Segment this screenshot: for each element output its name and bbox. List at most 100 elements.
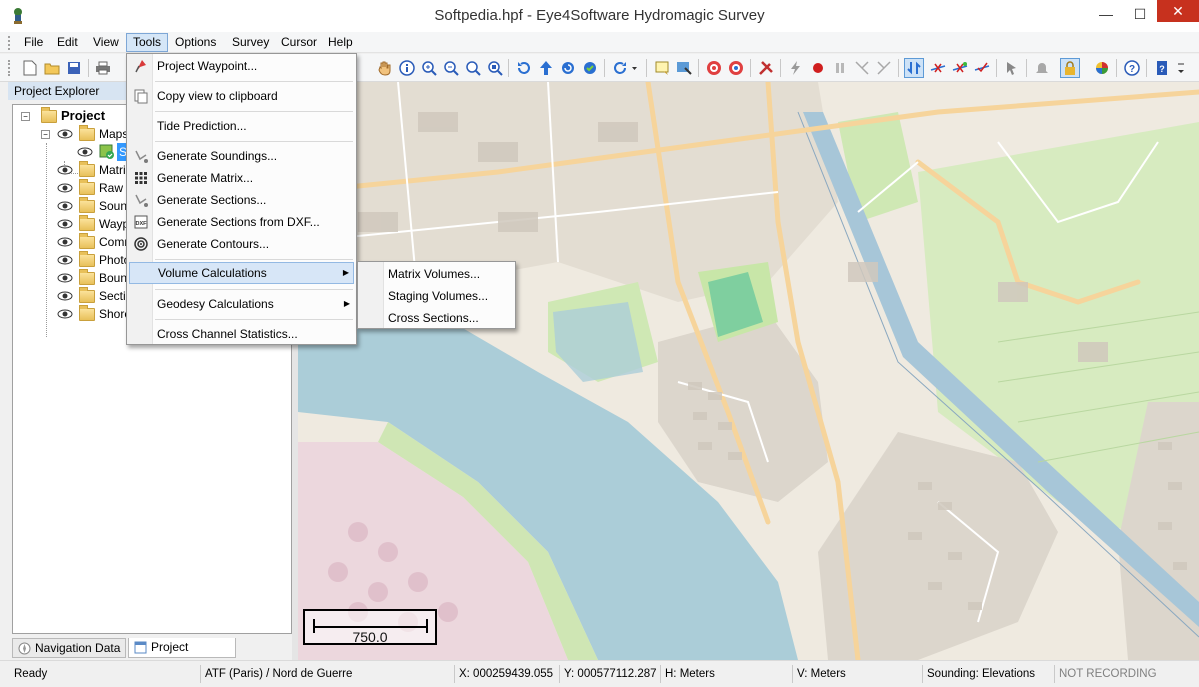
menu-edit[interactable]: Edit: [51, 33, 84, 52]
cursor-icon[interactable]: [1002, 58, 1022, 78]
menu-item-generate-sections[interactable]: Generate Sections...: [129, 189, 354, 211]
menu-file[interactable]: File: [18, 33, 49, 52]
clipboard-icon: [133, 88, 149, 104]
eye-icon[interactable]: [57, 237, 73, 247]
menu-item-project-waypoint[interactable]: Project Waypoint...: [129, 55, 354, 77]
help-icon[interactable]: ?: [1122, 58, 1142, 78]
manual-icon[interactable]: ?: [1152, 58, 1172, 78]
menu-item-staging-volumes[interactable]: Staging Volumes...: [360, 285, 513, 307]
menu-item-generate-sections-dxf[interactable]: DXF Generate Sections from DXF...: [129, 211, 354, 233]
menu-options[interactable]: Options: [169, 33, 222, 52]
menu-item-cross-channel-statistics[interactable]: Cross Channel Statistics...: [129, 323, 354, 345]
menu-help[interactable]: Help: [322, 33, 359, 52]
folder-icon: [79, 215, 95, 231]
menu-grip[interactable]: [8, 36, 11, 50]
eye-icon[interactable]: [57, 129, 73, 139]
tree-root-label: Project: [61, 108, 106, 123]
eye-icon[interactable]: [57, 219, 73, 229]
sync-icon[interactable]: [904, 58, 924, 78]
menu-item-matrix-volumes[interactable]: Matrix Volumes...: [360, 263, 513, 285]
explorer-tabs: Navigation Data Project Explorer: [12, 636, 294, 672]
hand-pan-icon[interactable]: [375, 58, 395, 78]
eye-icon[interactable]: [57, 183, 73, 193]
record-icon[interactable]: [808, 58, 828, 78]
target-alt-icon[interactable]: [726, 58, 746, 78]
open-folder-icon[interactable]: [42, 58, 62, 78]
save-icon[interactable]: [64, 58, 84, 78]
cross-line-alt-icon[interactable]: [950, 58, 970, 78]
folder-icon: [79, 233, 95, 249]
maximize-button[interactable]: ☐: [1123, 0, 1157, 30]
dxf-icon: DXF: [133, 214, 149, 230]
check-line-icon[interactable]: [972, 58, 992, 78]
refresh-icon[interactable]: [558, 58, 578, 78]
map-layer-icon: [99, 144, 114, 159]
title-bar: Softpedia.hpf - Eye4Software Hydromagic …: [0, 0, 1199, 32]
svg-text:DXF: DXF: [136, 221, 148, 227]
info-icon[interactable]: [397, 58, 417, 78]
minimize-button[interactable]: —: [1089, 0, 1123, 30]
arrow-up-icon[interactable]: [536, 58, 556, 78]
collapse-icon[interactable]: −: [21, 112, 30, 121]
folder-icon: [79, 197, 95, 213]
menu-item-label: Generate Contours...: [157, 237, 270, 251]
collapse-icon[interactable]: −: [41, 130, 50, 139]
new-file-icon[interactable]: [20, 58, 40, 78]
menu-survey[interactable]: Survey: [226, 33, 275, 52]
sections-icon: [133, 192, 149, 208]
map-canvas[interactable]: [298, 82, 1199, 660]
menu-item-generate-soundings[interactable]: Generate Soundings...: [129, 145, 354, 167]
toolbar-grip[interactable]: [8, 60, 11, 76]
color-wheel-icon[interactable]: [1092, 58, 1112, 78]
map-import-icon[interactable]: [674, 58, 694, 78]
tools-icon[interactable]: [756, 58, 776, 78]
eye-icon[interactable]: [57, 255, 73, 265]
tab-label: Navigation Data: [35, 641, 121, 655]
menu-item-generate-contours[interactable]: Generate Contours...: [129, 233, 354, 255]
map-view[interactable]: 750.0: [298, 82, 1199, 660]
toolbar-overflow-icon[interactable]: [1175, 58, 1187, 78]
eye-icon[interactable]: [77, 147, 93, 157]
folder-icon: [79, 125, 95, 141]
close-button[interactable]: ✕: [1157, 0, 1199, 22]
cross-line-icon[interactable]: [928, 58, 948, 78]
menu-item-label: Project Waypoint...: [157, 59, 258, 73]
menu-view[interactable]: View: [87, 33, 125, 52]
zoom-out-icon[interactable]: [441, 58, 461, 78]
menu-item-geodesy-calculations[interactable]: Geodesy Calculations ▶: [129, 293, 354, 315]
menu-item-volume-calculations[interactable]: Volume Calculations ▶: [129, 262, 354, 284]
menu-item-label: Copy view to clipboard: [157, 89, 278, 103]
menu-tools[interactable]: Tools: [126, 33, 169, 52]
tools-menu: Project Waypoint... Copy view to clipboa…: [126, 53, 357, 345]
eye-icon[interactable]: [57, 201, 73, 211]
print-icon[interactable]: [93, 58, 113, 78]
zoom-in-icon[interactable]: [419, 58, 439, 78]
eye-icon[interactable]: [57, 165, 73, 175]
target-icon[interactable]: [704, 58, 724, 78]
rotate-left-icon[interactable]: [514, 58, 534, 78]
menu-item-cross-sections[interactable]: Cross Sections...: [360, 307, 513, 329]
redo-dropdown-icon[interactable]: [610, 58, 640, 78]
menu-item-label: Tide Prediction...: [157, 119, 247, 133]
eye-icon[interactable]: [57, 309, 73, 319]
status-recording: NOT RECORDING: [1054, 665, 1194, 683]
menu-item-tide-prediction[interactable]: Tide Prediction...: [129, 115, 354, 137]
pause-icon[interactable]: [830, 58, 850, 78]
menu-item-copy-view[interactable]: Copy view to clipboard: [129, 85, 354, 107]
menu-item-generate-matrix[interactable]: Generate Matrix...: [129, 167, 354, 189]
lightning-icon[interactable]: [786, 58, 806, 78]
refresh-green-icon[interactable]: [580, 58, 600, 78]
zoom-extent-icon[interactable]: [485, 58, 505, 78]
status-h-units: H: Meters: [660, 665, 792, 683]
eye-icon[interactable]: [57, 291, 73, 301]
note-icon[interactable]: [652, 58, 672, 78]
zoom-window-icon[interactable]: [463, 58, 483, 78]
route-icon[interactable]: [852, 58, 872, 78]
lock-icon[interactable]: [1060, 58, 1080, 78]
menu-cursor[interactable]: Cursor: [275, 33, 323, 52]
tab-project-explorer[interactable]: Project Explorer: [128, 638, 236, 672]
route-alt-icon[interactable]: [874, 58, 894, 78]
bell-icon[interactable]: [1032, 58, 1052, 78]
eye-icon[interactable]: [57, 273, 73, 283]
tab-navigation-data[interactable]: Navigation Data: [12, 638, 126, 658]
